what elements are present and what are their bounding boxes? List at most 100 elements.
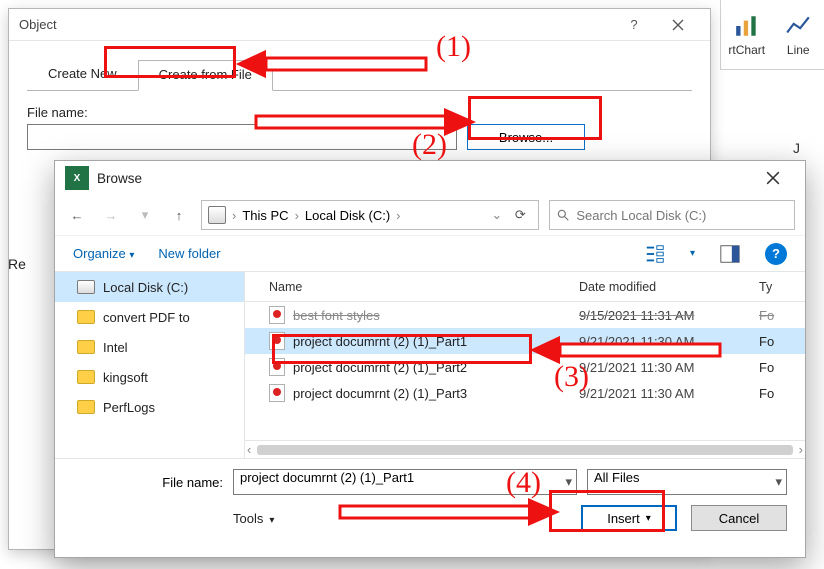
insert-button[interactable]: Insert▾: [581, 505, 677, 531]
ribbon-line-label: Line: [787, 43, 810, 57]
ribbon-line[interactable]: Line: [773, 0, 824, 69]
file-filter-value: All Files: [594, 470, 640, 485]
sidebar-item-folder[interactable]: PerfLogs: [55, 392, 244, 422]
tab-create-from-file[interactable]: Create from File: [138, 60, 273, 91]
refresh-icon[interactable]: ⟳: [508, 203, 532, 227]
pdf-icon: [269, 384, 285, 402]
file-row[interactable]: best font styles 9/15/2021 11:31 AM Fo: [245, 302, 805, 328]
folder-icon: [77, 340, 95, 354]
tools-menu[interactable]: Tools▾: [73, 511, 274, 526]
folder-icon: [77, 400, 95, 414]
scroll-left-icon[interactable]: ‹: [247, 442, 251, 457]
file-name: project documrnt (2) (1)_Part1: [293, 334, 467, 349]
close-icon[interactable]: [751, 161, 795, 195]
sidebar-item-label: convert PDF to: [103, 310, 190, 325]
browse-sidebar: Local Disk (C:) convert PDF to Intel kin…: [55, 272, 245, 458]
sidebar-item-folder[interactable]: Intel: [55, 332, 244, 362]
pivotchart-icon: [734, 13, 760, 39]
drive-icon: [208, 206, 226, 224]
browse-path-row: ← → ▾ ↑ › This PC › Local Disk (C:) › ⌄ …: [55, 195, 805, 235]
tab-create-new[interactable]: Create New: [27, 59, 138, 90]
file-row[interactable]: project documrnt (2) (1)_Part1 9/21/2021…: [245, 328, 805, 354]
help-icon[interactable]: ?: [612, 9, 656, 41]
file-date: 9/21/2021 11:30 AM: [579, 334, 759, 349]
preview-pane-icon[interactable]: [719, 243, 741, 265]
sidebar-item-drive-c[interactable]: Local Disk (C:): [55, 272, 244, 302]
view-options-icon[interactable]: [644, 243, 666, 265]
file-filter-combo[interactable]: All Files: [587, 469, 787, 495]
browse-dialog-title: Browse: [97, 171, 743, 186]
sidebar-item-folder[interactable]: kingsoft: [55, 362, 244, 392]
nav-forward-icon[interactable]: →: [99, 203, 123, 227]
ribbon-fragment: rtChart Line: [720, 0, 824, 70]
sparkline-icon: [785, 13, 811, 39]
new-folder-button[interactable]: New folder: [158, 246, 220, 261]
pdf-icon: [269, 332, 285, 350]
excel-app-icon: X: [65, 166, 89, 190]
file-date: 9/21/2021 11:30 AM: [579, 386, 759, 401]
file-name-label: File name:: [27, 105, 692, 120]
col-date[interactable]: Date modified: [579, 280, 759, 294]
nav-up-icon[interactable]: ↑: [167, 203, 191, 227]
file-date: 9/15/2021 11:31 AM: [579, 308, 759, 323]
file-list-header[interactable]: Name Date modified Ty: [245, 272, 805, 302]
file-type: Fo: [759, 360, 795, 375]
nav-back-icon[interactable]: ←: [65, 203, 89, 227]
file-name-label: File name:: [73, 475, 223, 490]
file-row[interactable]: project documrnt (2) (1)_Part2 9/21/2021…: [245, 354, 805, 380]
object-tabs: Create New Create from File: [9, 41, 710, 90]
file-type: Fo: [759, 334, 795, 349]
chevron-right-icon[interactable]: ›: [232, 208, 236, 223]
ribbon-pivotchart[interactable]: rtChart: [721, 0, 773, 69]
scroll-right-icon[interactable]: ›: [799, 442, 803, 457]
browse-toolbar: Organize ▾ New folder ▾ ?: [55, 235, 805, 271]
column-header-j: J: [793, 140, 800, 156]
folder-icon: [77, 370, 95, 384]
cancel-button[interactable]: Cancel: [691, 505, 787, 531]
horizontal-scrollbar[interactable]: ‹ ›: [245, 440, 805, 458]
file-type: Fo: [759, 308, 795, 323]
ribbon-pivotchart-label: rtChart: [728, 43, 765, 57]
insert-button-label: Insert: [607, 511, 640, 526]
scroll-thumb[interactable]: [257, 445, 792, 455]
sidebar-item-label: Local Disk (C:): [103, 280, 188, 295]
close-icon[interactable]: [656, 9, 700, 41]
browse-button[interactable]: Browse...: [467, 124, 585, 150]
object-titlebar[interactable]: Object ?: [9, 9, 710, 41]
crumb-this-pc[interactable]: This PC: [242, 208, 288, 223]
organize-menu[interactable]: Organize ▾: [73, 246, 134, 261]
nav-recent-chevron-icon[interactable]: ▾: [133, 203, 157, 227]
file-row[interactable]: project documrnt (2) (1)_Part3 9/21/2021…: [245, 380, 805, 406]
file-date: 9/21/2021 11:30 AM: [579, 360, 759, 375]
file-name-input[interactable]: [27, 124, 457, 150]
browse-titlebar[interactable]: X Browse: [55, 161, 805, 195]
file-name: project documrnt (2) (1)_Part3: [293, 386, 467, 401]
file-name-combo[interactable]: project documrnt (2) (1)_Part1: [233, 469, 577, 495]
col-type[interactable]: Ty: [759, 280, 795, 294]
pdf-icon: [269, 358, 285, 376]
file-list: Name Date modified Ty best font styles 9…: [245, 272, 805, 458]
search-icon: [556, 208, 570, 222]
search-box[interactable]: Search Local Disk (C:): [549, 200, 795, 230]
file-type: Fo: [759, 386, 795, 401]
folder-icon: [77, 310, 95, 324]
background-fragment-re: Re: [8, 256, 26, 272]
sidebar-item-label: kingsoft: [103, 370, 148, 385]
crumb-drive[interactable]: Local Disk (C:): [305, 208, 390, 223]
chevron-right-icon[interactable]: ›: [295, 208, 299, 223]
file-name: best font styles: [293, 308, 380, 323]
browse-dialog: X Browse ← → ▾ ↑ › This PC › Local Disk …: [54, 160, 806, 558]
drive-icon: [77, 280, 95, 294]
sidebar-item-label: PerfLogs: [103, 400, 155, 415]
file-name-value: project documrnt (2) (1)_Part1: [240, 470, 414, 485]
file-name: project documrnt (2) (1)_Part2: [293, 360, 467, 375]
path-box[interactable]: › This PC › Local Disk (C:) › ⌄ ⟳: [201, 200, 539, 230]
chevron-down-icon[interactable]: ⌄: [491, 207, 502, 223]
sidebar-item-folder[interactable]: convert PDF to: [55, 302, 244, 332]
chevron-right-icon[interactable]: ›: [396, 208, 400, 223]
sidebar-item-label: Intel: [103, 340, 128, 355]
object-dialog-title: Object: [19, 17, 612, 32]
pdf-icon: [269, 306, 285, 324]
help-icon[interactable]: ?: [765, 243, 787, 265]
col-name[interactable]: Name: [245, 280, 579, 294]
